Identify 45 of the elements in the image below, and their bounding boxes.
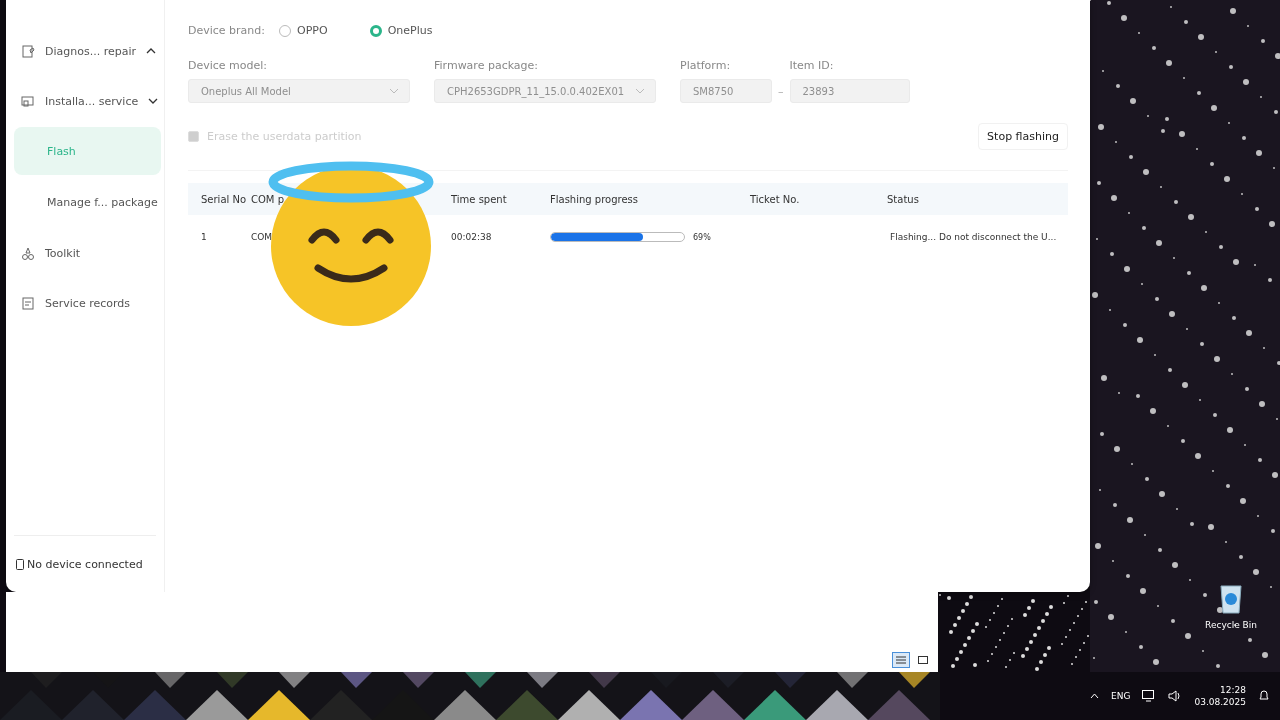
network-icon[interactable] [1142,690,1157,702]
monitor-icon [21,94,35,108]
field-label: Item ID: [789,59,835,72]
stop-flashing-button[interactable]: Stop flashing [978,123,1068,150]
field-label: Device brand: [188,24,266,37]
speaker-icon[interactable] [1168,690,1183,702]
range-separator: – [778,85,784,100]
chevron-down-icon [389,88,399,94]
table-cell-text: COM [251,232,274,242]
phone-icon [16,558,24,570]
sidebar-item[interactable]: Diagnos... repair [14,26,164,76]
clipboard-icon [21,44,35,58]
column-header: Time spent [451,193,508,205]
notification-icon[interactable] [1258,690,1270,702]
sidebar-item[interactable]: Service records [14,278,164,328]
column-header: Status [887,193,920,205]
chevron-down-icon [635,88,645,94]
progress-percent: 69% [693,232,711,242]
desktop-icon-label: Recycle Bin [1205,620,1257,630]
clock-time: 12:28 [1220,684,1246,696]
shapes-icon [21,246,35,260]
column-header: COM p [251,193,285,205]
field-label: Device model: [188,59,269,72]
column-header: Flashing progress [550,193,640,205]
column-header: Ticket No. [750,193,801,205]
field-label: Firmware package: [434,59,540,72]
window-icon [918,656,928,664]
field-label: Platform: [680,59,732,72]
radio-option[interactable]: OnePlus [363,24,433,37]
device-status: No device connected [27,557,143,571]
recycle-bin-icon[interactable] [1218,582,1244,614]
sidebar-item[interactable]: Manage f... package [14,178,161,226]
taskbar-clock[interactable]: 12:28 03.08.2025 [1194,684,1246,708]
chevron-up-icon[interactable] [1090,693,1100,699]
table-cell-text: Flashing... Do not disconnect the U... [889,232,1058,242]
list-icon [896,656,906,664]
document-icon [21,296,35,310]
sidebar-item[interactable]: Installa... service [14,76,164,126]
table-cell-text: 1 [201,232,208,242]
language-indicator[interactable]: ENG [1111,691,1131,701]
column-header: Serial No [201,193,248,205]
clock-date: 03.08.2025 [1194,696,1246,708]
radio-option[interactable]: OPPO [273,24,328,37]
sidebar-item[interactable]: Toolkit [14,228,164,278]
table-cell-text: 00:02:38 [451,232,493,242]
